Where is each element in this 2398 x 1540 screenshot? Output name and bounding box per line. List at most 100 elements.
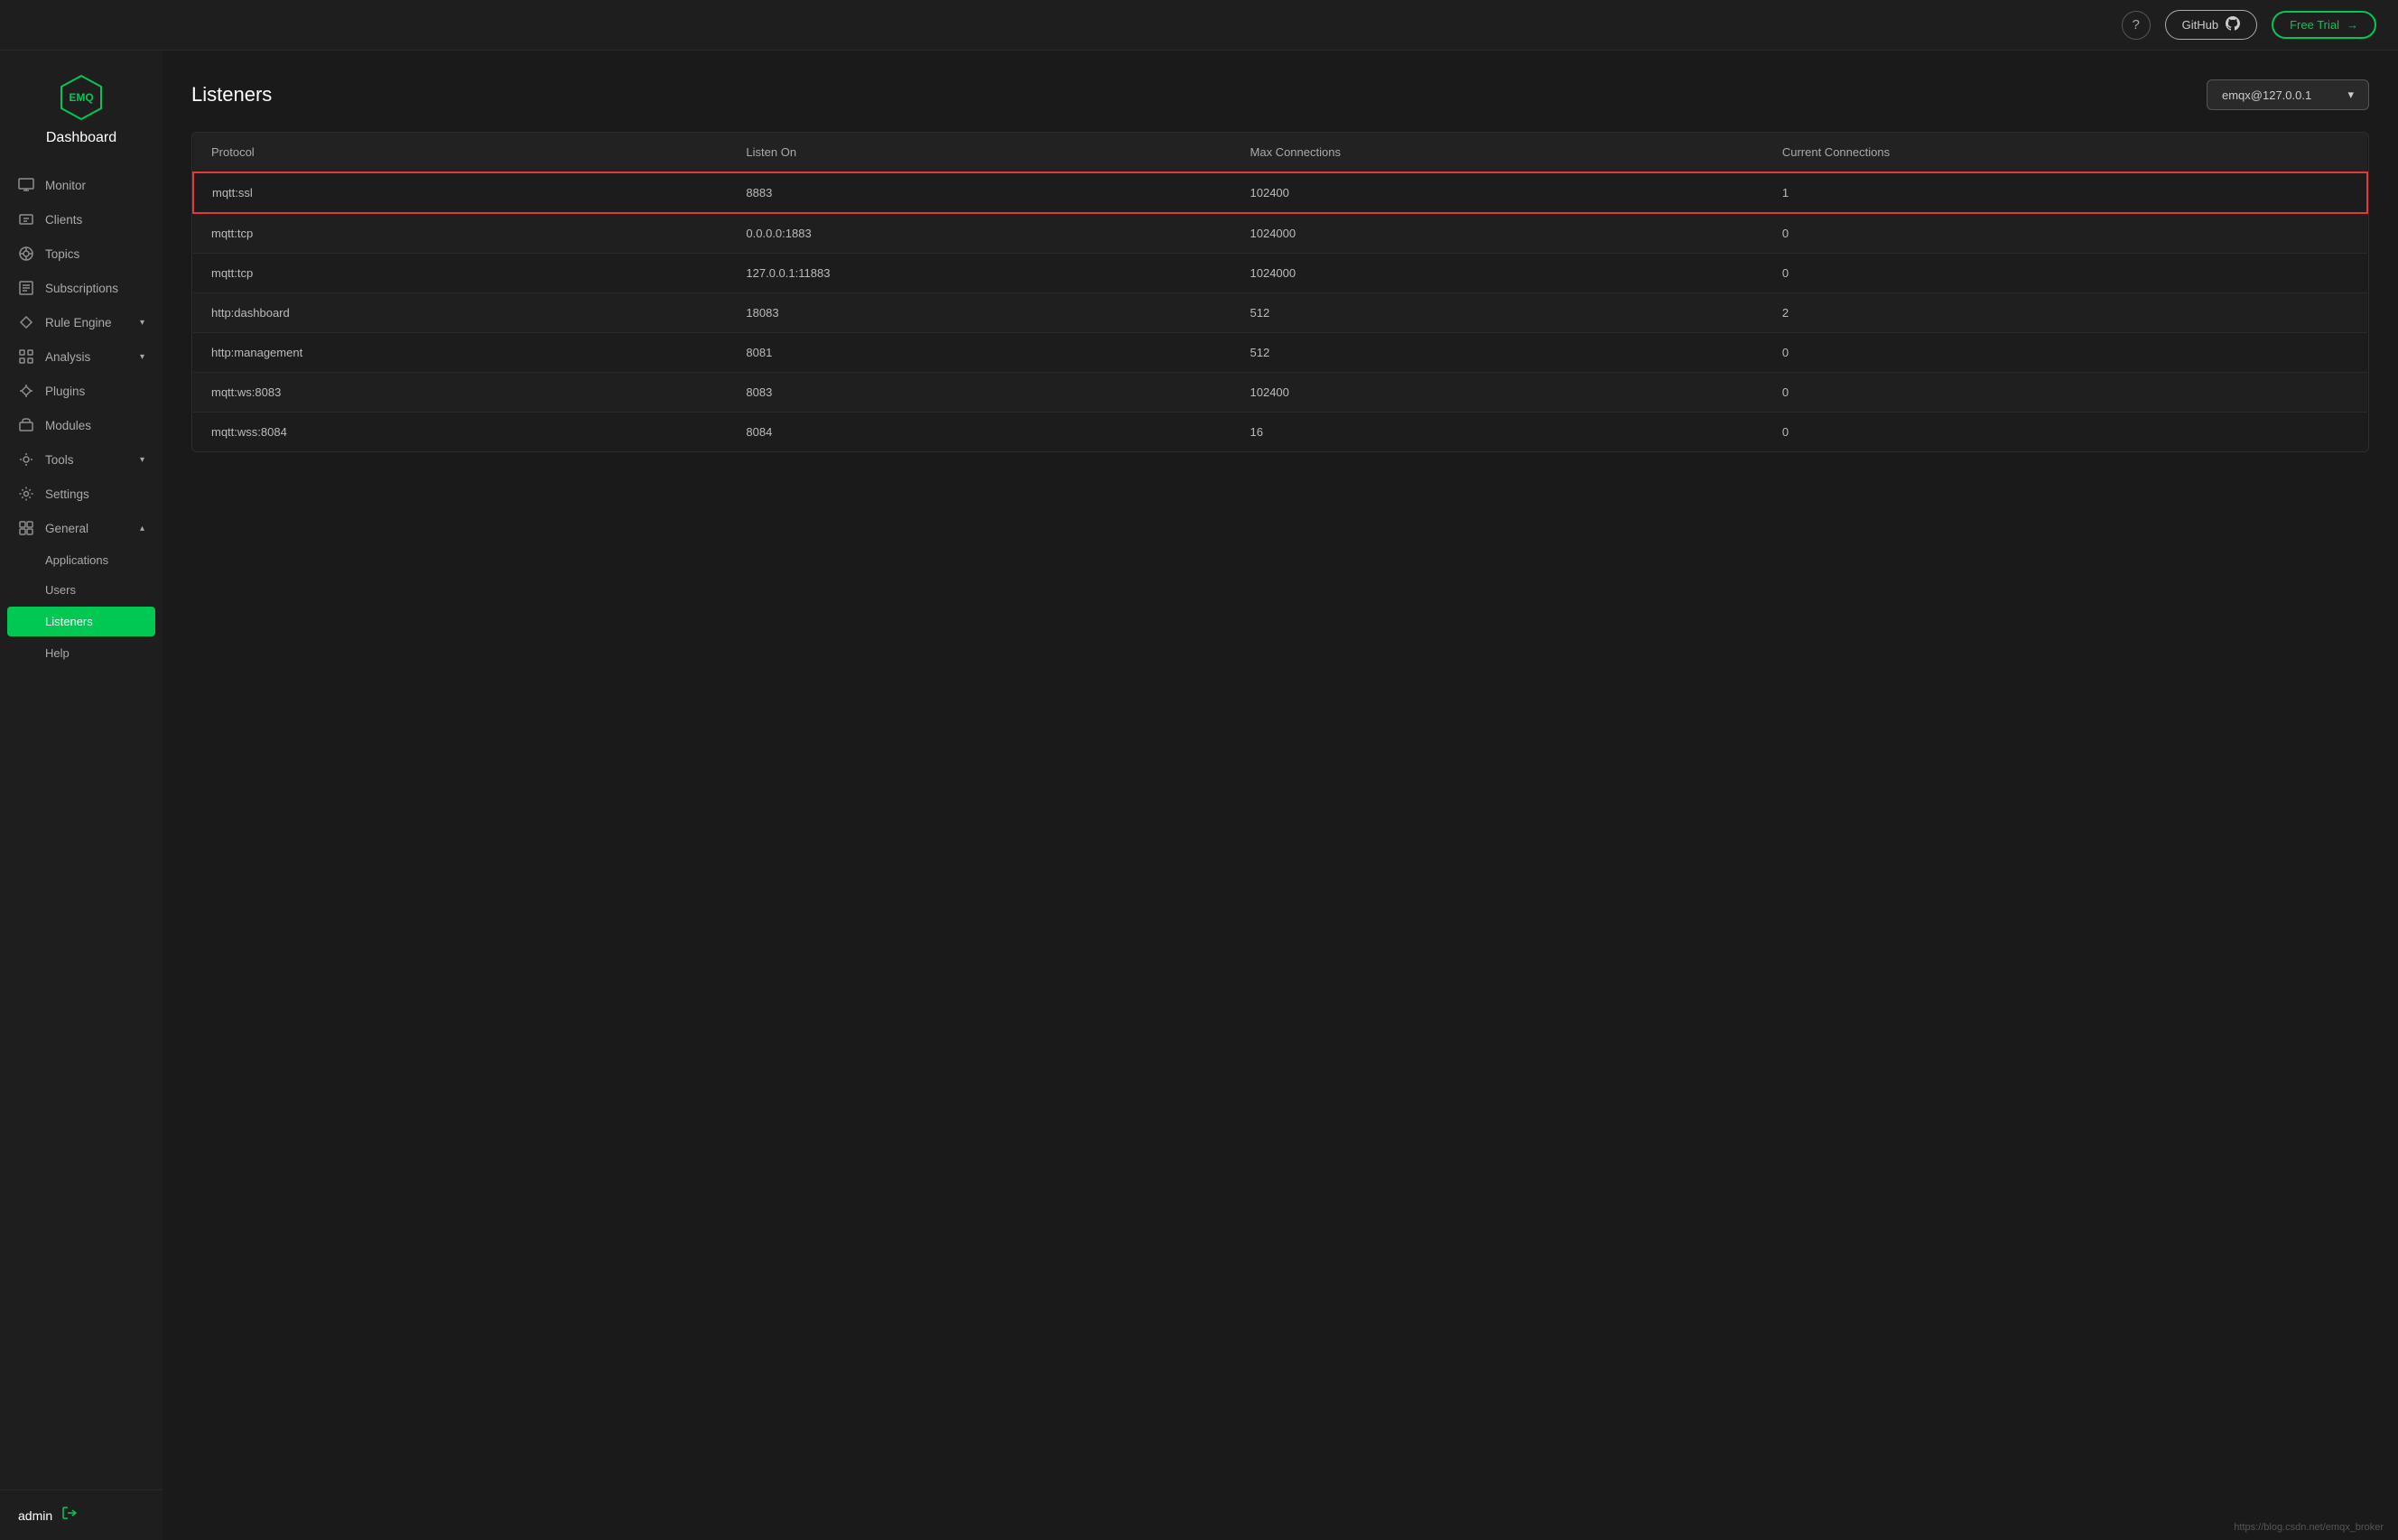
table-cell: mqtt:tcp <box>193 213 728 254</box>
topics-icon <box>18 246 34 262</box>
col-protocol: Protocol <box>193 133 728 172</box>
listeners-table-container: Protocol Listen On Max Connections Curre… <box>191 132 2369 452</box>
sidebar-item-rule-engine[interactable]: Rule Engine ▾ <box>0 305 163 339</box>
sidebar-item-general[interactable]: General ▴ <box>0 511 163 545</box>
sidebar-item-users[interactable]: Users <box>0 575 163 605</box>
table-cell: mqtt:wss:8084 <box>193 413 728 452</box>
table-cell: 0 <box>1764 413 2367 452</box>
monitor-icon <box>18 177 34 193</box>
sidebar-label-rule-engine: Rule Engine <box>45 316 112 329</box>
sidebar-footer: admin <box>0 1489 163 1540</box>
free-trial-label: Free Trial <box>2290 18 2339 32</box>
table-cell: 18083 <box>728 293 1232 333</box>
table-cell: 102400 <box>1232 373 1764 413</box>
modules-icon <box>18 417 34 433</box>
sidebar-item-settings[interactable]: Settings <box>0 477 163 511</box>
table-row[interactable]: mqtt:ssl88831024001 <box>193 172 2367 213</box>
logout-icon[interactable] <box>61 1505 78 1526</box>
table-cell: 0 <box>1764 213 2367 254</box>
sidebar: EMQ Dashboard Monitor Clients Topics <box>0 51 163 1540</box>
help-label: Help <box>45 646 70 660</box>
table-cell: 1 <box>1764 172 2367 213</box>
table-cell: 127.0.0.1:11883 <box>728 254 1232 293</box>
sidebar-label-tools: Tools <box>45 453 74 467</box>
table-row[interactable]: mqtt:tcp127.0.0.1:1188310240000 <box>193 254 2367 293</box>
sidebar-nav: Monitor Clients Topics Subscriptions Rul… <box>0 161 163 1489</box>
sidebar-item-clients[interactable]: Clients <box>0 202 163 237</box>
sidebar-label-general: General <box>45 522 88 535</box>
sidebar-label-modules: Modules <box>45 419 91 432</box>
sidebar-item-listeners[interactable]: Listeners <box>7 607 155 636</box>
table-cell: 8084 <box>728 413 1232 452</box>
sidebar-label-analysis: Analysis <box>45 350 90 364</box>
users-label: Users <box>45 583 76 597</box>
table-cell: mqtt:ssl <box>193 172 728 213</box>
table-cell: 0 <box>1764 254 2367 293</box>
sidebar-item-analysis[interactable]: Analysis ▾ <box>0 339 163 374</box>
sidebar-item-tools[interactable]: Tools ▾ <box>0 442 163 477</box>
sidebar-label-plugins: Plugins <box>45 385 85 398</box>
sidebar-label-subscriptions: Subscriptions <box>45 282 118 295</box>
table-cell: 512 <box>1232 333 1764 373</box>
page-header: Listeners emqx@127.0.0.1 ▾ <box>163 51 2398 132</box>
github-button[interactable]: GitHub <box>2165 10 2257 40</box>
listeners-table: Protocol Listen On Max Connections Curre… <box>192 133 2368 451</box>
settings-icon <box>18 486 34 502</box>
table-header-row: Protocol Listen On Max Connections Curre… <box>193 133 2367 172</box>
table-cell: 8083 <box>728 373 1232 413</box>
top-bar: ? GitHub Free Trial → <box>0 0 2398 51</box>
sidebar-label-clients: Clients <box>45 213 82 227</box>
table-row[interactable]: http:management80815120 <box>193 333 2367 373</box>
svg-text:EMQ: EMQ <box>69 91 93 104</box>
sidebar-item-applications[interactable]: Applications <box>0 545 163 575</box>
analysis-icon <box>18 348 34 365</box>
rule-engine-icon <box>18 314 34 330</box>
table-cell: 16 <box>1232 413 1764 452</box>
general-chevron-icon: ▴ <box>140 524 144 533</box>
plugins-icon <box>18 383 34 399</box>
sidebar-item-modules[interactable]: Modules <box>0 408 163 442</box>
table-cell: 102400 <box>1232 172 1764 213</box>
table-cell: 1024000 <box>1232 254 1764 293</box>
sidebar-item-subscriptions[interactable]: Subscriptions <box>0 271 163 305</box>
free-trial-button[interactable]: Free Trial → <box>2272 11 2376 39</box>
sidebar-brand: Dashboard <box>46 130 116 146</box>
table-cell: 0 <box>1764 373 2367 413</box>
sidebar-label-monitor: Monitor <box>45 179 86 192</box>
sidebar-item-plugins[interactable]: Plugins <box>0 374 163 408</box>
table-cell: 8081 <box>728 333 1232 373</box>
sidebar-item-help[interactable]: Help <box>0 638 163 668</box>
rule-engine-chevron-icon: ▾ <box>140 318 144 328</box>
footer-link: https://blog.csdn.net/emqx_broker <box>2234 1522 2384 1533</box>
table-row[interactable]: mqtt:wss:80848084160 <box>193 413 2367 452</box>
table-row[interactable]: mqtt:ws:808380831024000 <box>193 373 2367 413</box>
table-cell: 0.0.0.0:1883 <box>728 213 1232 254</box>
sidebar-label-settings: Settings <box>45 487 89 501</box>
server-selector-value: emqx@127.0.0.1 <box>2222 88 2311 102</box>
general-icon <box>18 520 34 536</box>
github-label: GitHub <box>2182 18 2218 32</box>
subscriptions-icon <box>18 280 34 296</box>
clients-icon <box>18 211 34 227</box>
table-row[interactable]: mqtt:tcp0.0.0.0:188310240000 <box>193 213 2367 254</box>
table-cell: 1024000 <box>1232 213 1764 254</box>
table-cell: 0 <box>1764 333 2367 373</box>
sidebar-item-topics[interactable]: Topics <box>0 237 163 271</box>
sidebar-item-monitor[interactable]: Monitor <box>0 168 163 202</box>
help-button[interactable]: ? <box>2122 11 2151 40</box>
sidebar-user: admin <box>18 1508 52 1523</box>
app-body: EMQ Dashboard Monitor Clients Topics <box>0 51 2398 1540</box>
table-cell: http:dashboard <box>193 293 728 333</box>
table-row[interactable]: http:dashboard180835122 <box>193 293 2367 333</box>
tools-icon <box>18 451 34 468</box>
table-cell: 512 <box>1232 293 1764 333</box>
github-icon <box>2226 16 2240 33</box>
table-body: mqtt:ssl88831024001mqtt:tcp0.0.0.0:18831… <box>193 172 2367 451</box>
page-title: Listeners <box>191 83 272 107</box>
free-trial-arrow-icon: → <box>2347 18 2358 32</box>
col-listen-on: Listen On <box>728 133 1232 172</box>
listeners-label: Listeners <box>45 615 93 628</box>
server-selector[interactable]: emqx@127.0.0.1 ▾ <box>2207 79 2369 110</box>
col-max-connections: Max Connections <box>1232 133 1764 172</box>
table-cell: mqtt:ws:8083 <box>193 373 728 413</box>
